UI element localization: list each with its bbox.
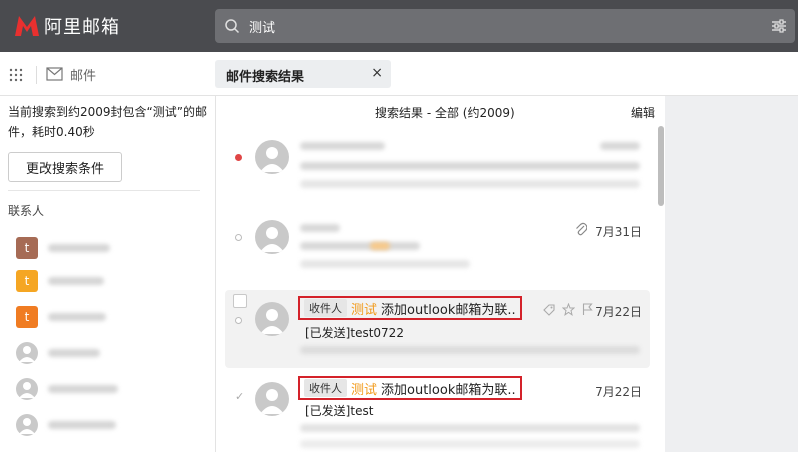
person-icon bbox=[260, 147, 284, 172]
preview-blurred bbox=[300, 180, 640, 188]
contacts-title: 联系人 bbox=[8, 204, 45, 218]
star-icon[interactable] bbox=[562, 303, 575, 316]
mail-nav-label[interactable]: 邮件 bbox=[70, 65, 96, 84]
preview-blurred bbox=[300, 440, 640, 448]
mail-sender: [已发送]test0722 bbox=[305, 326, 404, 340]
attachment-icon bbox=[576, 222, 587, 236]
person-icon bbox=[260, 309, 284, 334]
contact-item[interactable]: t bbox=[16, 306, 206, 328]
search-icon[interactable] bbox=[224, 18, 240, 34]
mail-date: 7月22日 bbox=[595, 305, 642, 319]
search-bar[interactable] bbox=[215, 9, 795, 43]
person-icon bbox=[19, 418, 35, 434]
filter-icon[interactable] bbox=[771, 18, 787, 34]
search-results-panel: 搜索结果 - 全部 (约2009) 编辑 7月31日 收件人 测试 添加outl… bbox=[217, 96, 665, 452]
divider bbox=[8, 190, 200, 191]
avatar bbox=[16, 378, 38, 400]
avatar bbox=[255, 220, 289, 254]
mail-subject: 添加outlook邮箱为联.. bbox=[381, 382, 516, 398]
recipient-tag: 收件人 bbox=[304, 379, 347, 397]
sub-bar: 邮件 邮件搜索结果 × bbox=[0, 52, 798, 96]
mail-icon[interactable] bbox=[46, 67, 63, 81]
contact-name-blurred bbox=[48, 385, 118, 393]
tag-icon[interactable] bbox=[543, 304, 555, 316]
sent-check-icon: ✓ bbox=[235, 390, 245, 403]
read-dot bbox=[235, 234, 242, 241]
app-name: 阿里邮箱 bbox=[44, 17, 120, 38]
mail-date: 7月22日 bbox=[595, 385, 642, 399]
subject-line: 收件人 测试 添加outlook邮箱为联.. bbox=[298, 296, 522, 320]
contact-item[interactable] bbox=[16, 342, 206, 364]
avatar bbox=[16, 342, 38, 364]
recipient-tag: 收件人 bbox=[304, 299, 347, 317]
left-panel: 当前搜索到约2009封包含“测试”的邮件，耗时0.40秒 更改搜索条件 联系人 … bbox=[0, 96, 216, 452]
close-icon[interactable]: × bbox=[371, 65, 383, 81]
contact-name-blurred bbox=[48, 313, 106, 321]
mail-item[interactable]: 收件人 测试 添加outlook邮箱为联.. [已发送]test0722 7月22… bbox=[225, 290, 650, 368]
app-logo[interactable]: 阿里邮箱 bbox=[14, 13, 120, 39]
person-icon bbox=[260, 389, 284, 414]
sender-blurred bbox=[300, 224, 340, 232]
contact-item[interactable] bbox=[16, 414, 206, 436]
contact-name-blurred bbox=[48, 349, 100, 357]
contact-item[interactable]: t bbox=[16, 237, 206, 259]
sender-blurred bbox=[300, 142, 385, 150]
contact-name-blurred bbox=[48, 244, 110, 252]
edit-button[interactable]: 编辑 bbox=[631, 104, 655, 121]
mail-date: 7月31日 bbox=[595, 225, 642, 239]
person-icon bbox=[19, 346, 35, 362]
search-summary: 当前搜索到约2009封包含“测试”的邮件，耗时0.40秒 bbox=[8, 105, 207, 139]
preview-blurred bbox=[300, 424, 640, 432]
unread-dot bbox=[235, 154, 242, 161]
contact-item[interactable]: t bbox=[16, 270, 206, 292]
tab-label: 邮件搜索结果 bbox=[226, 70, 305, 85]
date-blurred bbox=[600, 142, 640, 150]
select-checkbox[interactable] bbox=[233, 294, 247, 308]
modify-search-button[interactable]: 更改搜索条件 bbox=[8, 152, 122, 182]
preview-blurred bbox=[300, 260, 470, 268]
highlight-blurred bbox=[370, 242, 390, 250]
avatar bbox=[16, 414, 38, 436]
search-highlight: 测试 bbox=[351, 382, 378, 398]
scrollbar[interactable] bbox=[658, 126, 664, 206]
logo-m-icon bbox=[15, 16, 39, 36]
avatar: t bbox=[16, 306, 38, 328]
subject-line: 收件人 测试 添加outlook邮箱为联.. bbox=[298, 376, 522, 400]
avatar bbox=[255, 140, 289, 174]
flag-icon[interactable] bbox=[582, 303, 593, 316]
results-title: 搜索结果 - 全部 (约2009) bbox=[375, 106, 515, 120]
search-input[interactable] bbox=[249, 15, 749, 37]
subject-blurred bbox=[300, 242, 420, 250]
avatar: t bbox=[16, 270, 38, 292]
mail-subject: 添加outlook邮箱为联.. bbox=[381, 302, 516, 318]
mail-sender: [已发送]test bbox=[305, 404, 374, 418]
contact-name-blurred bbox=[48, 277, 104, 285]
contact-name-blurred bbox=[48, 421, 116, 429]
avatar: t bbox=[16, 237, 38, 259]
mail-item[interactable]: 7月31日 bbox=[225, 210, 650, 282]
search-highlight: 测试 bbox=[351, 302, 378, 318]
apps-grid-icon[interactable] bbox=[9, 68, 23, 82]
avatar bbox=[255, 302, 289, 336]
avatar bbox=[255, 382, 289, 416]
read-dot bbox=[235, 317, 242, 324]
divider bbox=[36, 66, 37, 84]
tab-search-results[interactable]: 邮件搜索结果 × bbox=[215, 60, 391, 88]
subject-blurred bbox=[300, 162, 640, 170]
mail-item[interactable]: ✓ 收件人 测试 添加outlook邮箱为联.. [已发送]test 7月22日 bbox=[225, 374, 650, 452]
top-bar: 阿里邮箱 bbox=[0, 0, 798, 52]
person-icon bbox=[260, 227, 284, 252]
contact-item[interactable] bbox=[16, 378, 206, 400]
person-icon bbox=[19, 382, 35, 398]
right-pane bbox=[665, 96, 798, 452]
mail-item[interactable] bbox=[225, 132, 650, 202]
preview-blurred bbox=[300, 346, 640, 354]
